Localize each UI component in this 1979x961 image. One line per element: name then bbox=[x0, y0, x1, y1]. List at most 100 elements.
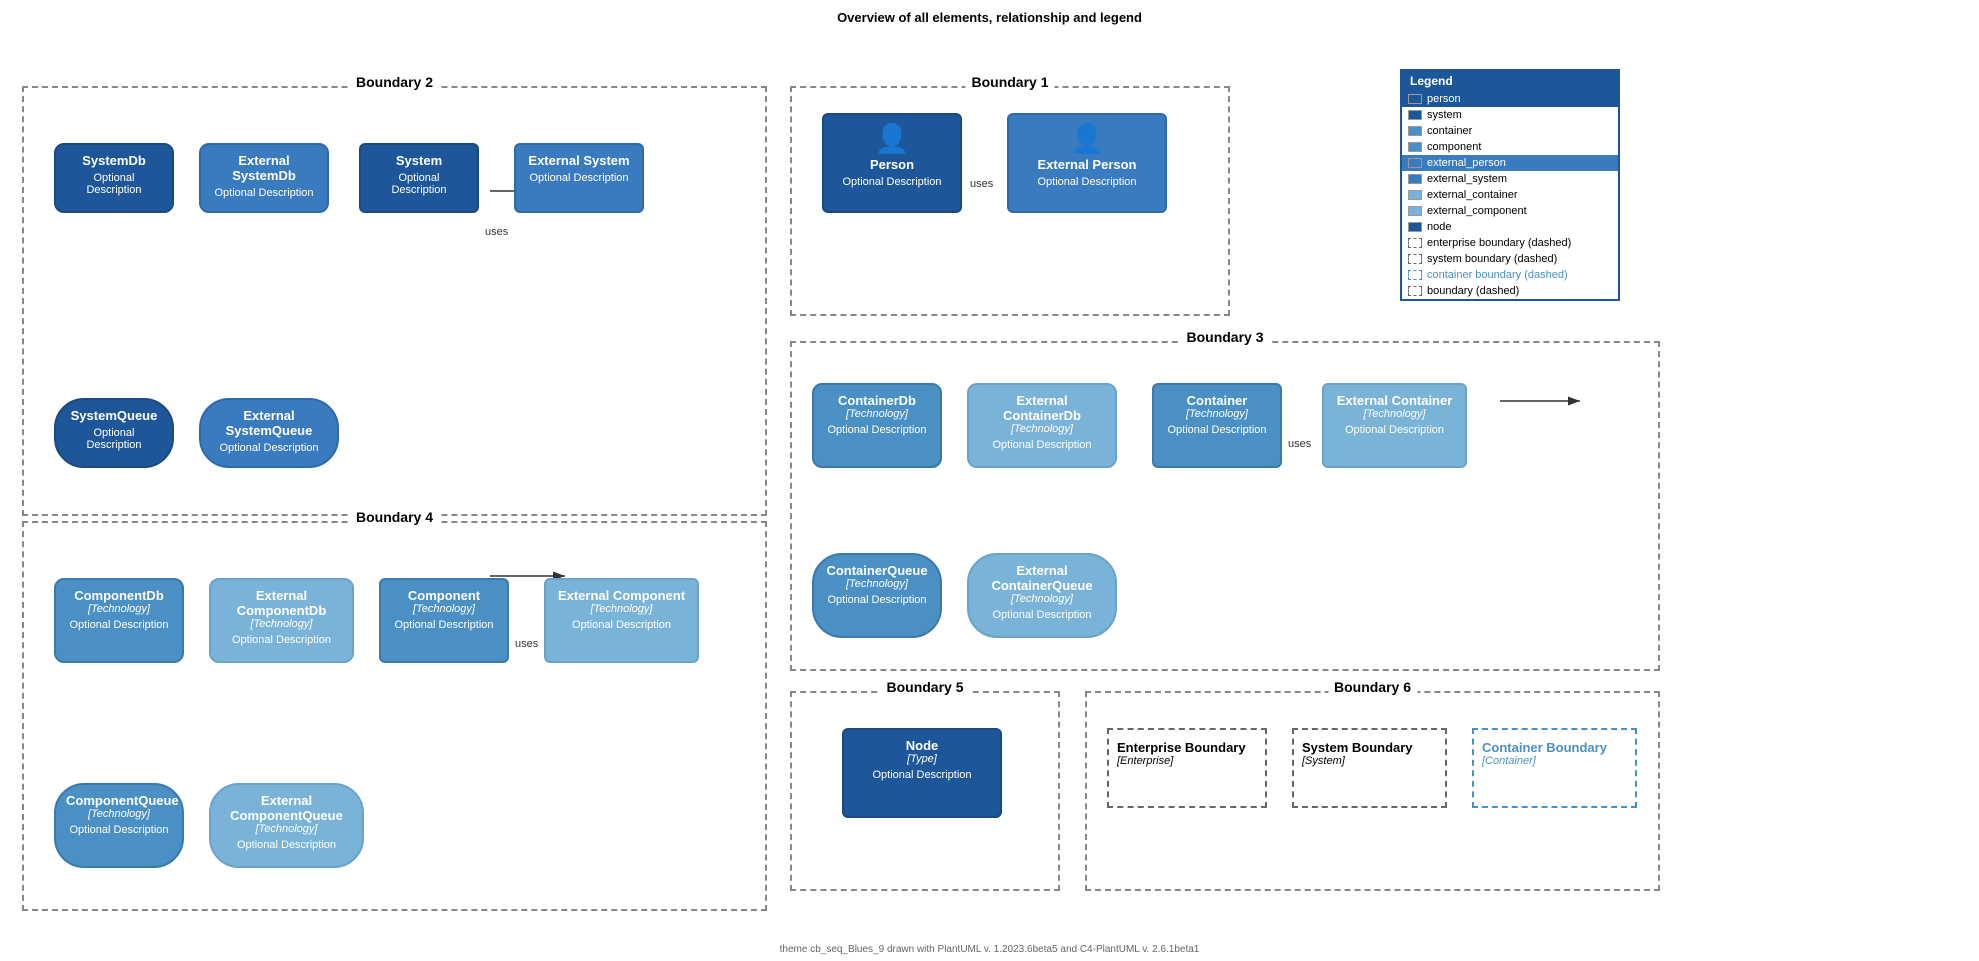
legend-swatch-ext-system bbox=[1408, 174, 1422, 184]
ext-systemdb-title: External SystemDb bbox=[211, 153, 317, 183]
systemqueue-card: SystemQueue Optional Description bbox=[54, 398, 174, 468]
legend-swatch-boundary bbox=[1408, 286, 1422, 296]
legend-label-system-boundary: system boundary (dashed) bbox=[1427, 253, 1557, 265]
node-tech: [Type] bbox=[854, 753, 990, 765]
legend-swatch-node bbox=[1408, 222, 1422, 232]
ext-containerqueue-title: External ContainerQueue bbox=[979, 563, 1105, 593]
containerdb-title: ContainerDb bbox=[824, 393, 930, 408]
legend-item-system: system bbox=[1402, 107, 1618, 123]
component-tech: [Technology] bbox=[391, 603, 497, 615]
componentqueue-desc: Optional Description bbox=[66, 824, 172, 836]
person-desc: Optional Description bbox=[834, 176, 950, 188]
system-boundary-title: System Boundary bbox=[1302, 740, 1437, 755]
boundary-4: Boundary 4 ComponentDb [Technology] Opti… bbox=[22, 521, 767, 911]
legend-swatch-system bbox=[1408, 110, 1422, 120]
legend-label-ext-component: external_component bbox=[1427, 205, 1527, 217]
legend-swatch-ext-person bbox=[1408, 158, 1422, 168]
ext-systemdb-desc: Optional Description bbox=[211, 187, 317, 199]
ext-componentdb-card: External ComponentDb [Technology] Option… bbox=[209, 578, 354, 663]
legend-item-system-boundary: system boundary (dashed) bbox=[1402, 251, 1618, 267]
legend-item-ext-container: external_container bbox=[1402, 187, 1618, 203]
ext-systemqueue-card: External SystemQueue Optional Descriptio… bbox=[199, 398, 339, 468]
uses-label-b1: uses bbox=[970, 178, 993, 190]
container-desc: Optional Description bbox=[1164, 424, 1270, 436]
boundary-6-label: Boundary 6 bbox=[1328, 679, 1417, 695]
ext-container-card: External Container [Technology] Optional… bbox=[1322, 383, 1467, 468]
ext-containerdb-tech: [Technology] bbox=[979, 423, 1105, 435]
container-boundary-card: Container Boundary [Container] bbox=[1472, 728, 1637, 808]
ext-containerqueue-card: External ContainerQueue [Technology] Opt… bbox=[967, 553, 1117, 638]
legend-label-node: node bbox=[1427, 221, 1451, 233]
ext-containerdb-desc: Optional Description bbox=[979, 439, 1105, 451]
container-tech: [Technology] bbox=[1164, 408, 1270, 420]
container-boundary-title: Container Boundary bbox=[1482, 740, 1627, 755]
ext-component-tech: [Technology] bbox=[556, 603, 687, 615]
ext-componentdb-title: External ComponentDb bbox=[221, 588, 342, 618]
legend-item-ext-component: external_component bbox=[1402, 203, 1618, 219]
legend-label-person: person bbox=[1427, 93, 1461, 105]
system-desc: Optional Description bbox=[371, 172, 467, 196]
systemdb-desc: Optional Description bbox=[66, 172, 162, 196]
boundary-3: Boundary 3 ContainerDb [Technology] Opti… bbox=[790, 341, 1660, 671]
ext-containerdb-card: External ContainerDb [Technology] Option… bbox=[967, 383, 1117, 468]
legend-label-component: component bbox=[1427, 141, 1481, 153]
legend-label-enterprise-boundary: enterprise boundary (dashed) bbox=[1427, 237, 1571, 249]
legend-label-boundary: boundary (dashed) bbox=[1427, 285, 1519, 297]
footer-text: theme cb_seq_Blues_9 drawn with PlantUML… bbox=[780, 944, 1200, 955]
node-title: Node bbox=[854, 738, 990, 753]
component-title: Component bbox=[391, 588, 497, 603]
legend-swatch-ext-component bbox=[1408, 206, 1422, 216]
person-title: Person bbox=[834, 157, 950, 172]
ext-systemqueue-desc: Optional Description bbox=[211, 442, 327, 454]
ext-person-icon: 👤 bbox=[1019, 125, 1155, 153]
legend-swatch-component bbox=[1408, 142, 1422, 152]
componentqueue-title: ComponentQueue bbox=[66, 793, 172, 808]
ext-component-title: External Component bbox=[556, 588, 687, 603]
componentdb-card: ComponentDb [Technology] Optional Descri… bbox=[54, 578, 184, 663]
legend-swatch-container bbox=[1408, 126, 1422, 136]
legend-swatch-ext-container bbox=[1408, 190, 1422, 200]
containerqueue-desc: Optional Description bbox=[824, 594, 930, 606]
boundary-5: Boundary 5 Node [Type] Optional Descript… bbox=[790, 691, 1060, 891]
containerqueue-title: ContainerQueue bbox=[824, 563, 930, 578]
ext-system-desc: Optional Description bbox=[526, 172, 632, 184]
legend-item-container: container bbox=[1402, 123, 1618, 139]
page-title: Overview of all elements, relationship a… bbox=[0, 0, 1979, 31]
enterprise-boundary-card: Enterprise Boundary [Enterprise] bbox=[1107, 728, 1267, 808]
ext-system-title: External System bbox=[526, 153, 632, 168]
boundary-5-label: Boundary 5 bbox=[880, 679, 969, 695]
containerqueue-tech: [Technology] bbox=[824, 578, 930, 590]
ext-container-desc: Optional Description bbox=[1334, 424, 1455, 436]
systemdb-card: SystemDb Optional Description bbox=[54, 143, 174, 213]
ext-person-title: External Person bbox=[1019, 157, 1155, 172]
systemqueue-title: SystemQueue bbox=[66, 408, 162, 423]
ext-systemdb-card: External SystemDb Optional Description bbox=[199, 143, 329, 213]
ext-systemqueue-title: External SystemQueue bbox=[211, 408, 327, 438]
ext-containerqueue-tech: [Technology] bbox=[979, 593, 1105, 605]
legend-item-ext-person: external_person bbox=[1402, 155, 1618, 171]
system-boundary-tech: [System] bbox=[1302, 755, 1437, 767]
boundary-4-label: Boundary 4 bbox=[350, 509, 439, 525]
node-card: Node [Type] Optional Description bbox=[842, 728, 1002, 818]
boundary-2-label: Boundary 2 bbox=[350, 74, 439, 90]
ext-system-card: External System Optional Description bbox=[514, 143, 644, 213]
system-card: System Optional Description bbox=[359, 143, 479, 213]
legend-label-ext-container: external_container bbox=[1427, 189, 1518, 201]
uses-label-b4: uses bbox=[515, 638, 538, 650]
uses-label-b2: uses bbox=[485, 226, 508, 238]
ext-containerqueue-desc: Optional Description bbox=[979, 609, 1105, 621]
ext-container-title: External Container bbox=[1334, 393, 1455, 408]
node-desc: Optional Description bbox=[854, 769, 990, 781]
containerdb-desc: Optional Description bbox=[824, 424, 930, 436]
system-title: System bbox=[371, 153, 467, 168]
ext-componentdb-desc: Optional Description bbox=[221, 634, 342, 646]
ext-component-desc: Optional Description bbox=[556, 619, 687, 631]
ext-componentqueue-desc: Optional Description bbox=[221, 839, 352, 851]
boundary-1-label: Boundary 1 bbox=[965, 74, 1054, 90]
legend-label-container: container bbox=[1427, 125, 1472, 137]
enterprise-boundary-title: Enterprise Boundary bbox=[1117, 740, 1257, 755]
containerdb-tech: [Technology] bbox=[824, 408, 930, 420]
main-canvas: Boundary 2 SystemDb Optional Description… bbox=[0, 31, 1979, 961]
containerqueue-card: ContainerQueue [Technology] Optional Des… bbox=[812, 553, 942, 638]
component-desc: Optional Description bbox=[391, 619, 497, 631]
